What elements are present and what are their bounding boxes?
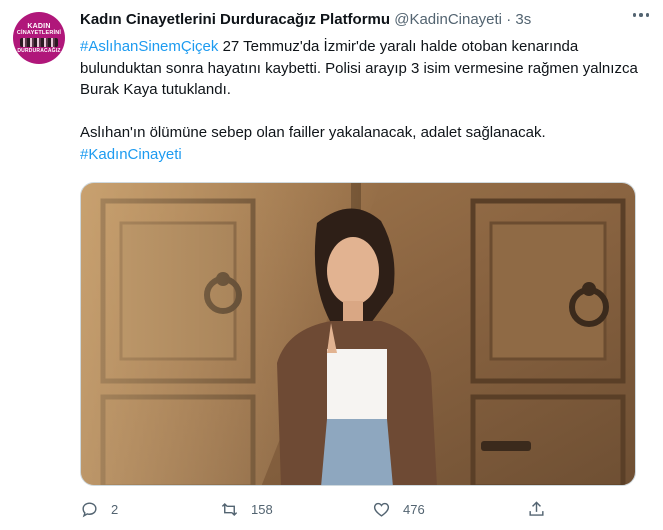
tweet-text-part-2: Aslıhan'ın ölümüne sebep olan failler ya… [80,124,546,141]
like-count: 476 [403,502,425,517]
avatar-text-line-1: KADIN [27,22,51,30]
reply-button[interactable]: 2 [80,500,118,519]
reply-icon [82,502,97,518]
like-button[interactable]: 476 [372,500,425,519]
retweet-icon [221,502,238,517]
hashtag-aslihan[interactable]: #AslıhanSinemÇiçek [80,38,218,55]
author-name[interactable]: Kadın Cinayetlerini Durduracağız Platfor… [80,11,390,28]
share-icon [529,501,544,516]
avatar-photo-band [20,37,58,47]
share-button[interactable] [527,500,546,519]
tweet-paragraph-2: Aslıhan'ın ölümüne sebep olan failler ya… [80,122,650,144]
heart-icon [373,502,390,517]
tweet-paragraph-3: #KadınCinayeti [80,144,650,166]
tweet[interactable]: KADIN CİNAYETLERİNİ DURDURACAĞIZ Kadın C… [0,0,663,530]
tweet-text: #AslıhanSinemÇiçek 27 Temmuz'da İzmir'de… [80,36,650,165]
retweet-button[interactable]: 158 [220,500,273,519]
retweet-count: 158 [251,502,273,517]
avatar-text-line-3: DURDURACAĞIZ [17,47,61,54]
tweet-header: Kadın Cinayetlerini Durduracağız Platfor… [80,11,643,33]
tweet-time[interactable]: 3s [515,11,531,28]
avatar[interactable]: KADIN CİNAYETLERİNİ DURDURACAĞIZ [13,12,65,64]
meta-separator: · [506,11,512,28]
tweet-paragraph-1: #AslıhanSinemÇiçek 27 Temmuz'da İzmir'de… [80,36,650,101]
tweet-actions: 2 158 476 [80,500,640,526]
photo-image [81,183,635,485]
reply-count: 2 [111,502,119,517]
tweet-photo[interactable] [80,182,636,486]
author-handle[interactable]: @KadinCinayeti [394,11,502,28]
hashtag-kadincinayeti[interactable]: #KadınCinayeti [80,146,182,163]
avatar-text-line-2: CİNAYETLERİNİ [16,29,62,36]
more-options-icon[interactable] [632,13,649,17]
